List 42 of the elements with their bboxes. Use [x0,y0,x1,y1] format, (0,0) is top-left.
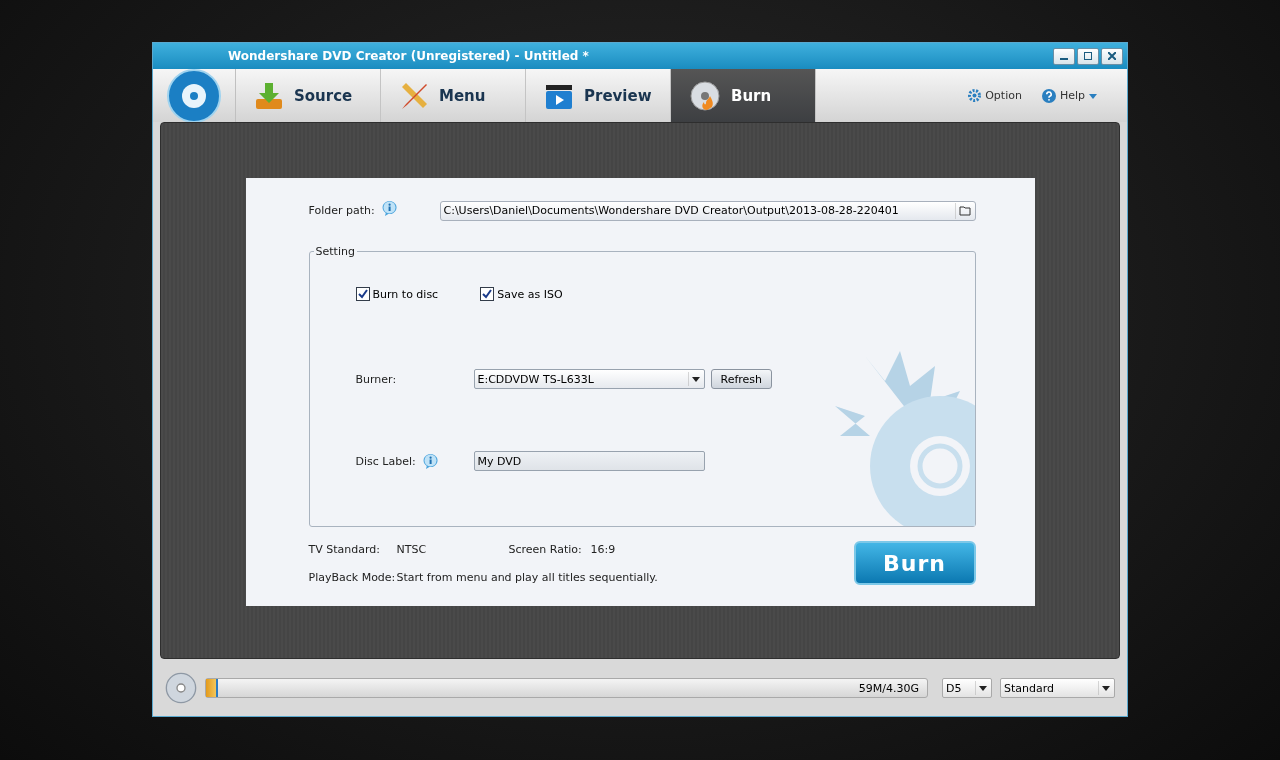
checkbox[interactable] [355,287,370,301]
window-title: Wondershare DVD Creator (Unregistered) - Untitled * [228,49,590,63]
info-icon [421,452,439,470]
field-label: Disc Label: [355,454,416,468]
burning-disc-icon [689,79,721,112]
close-icon [1108,52,1116,60]
info-value: Start from menu and play all titles sequentially. [396,571,658,584]
group-title: Setting [313,245,357,258]
check-icon [482,289,493,299]
info-label: PlayBack Mode: [308,571,397,584]
help-icon [1041,88,1056,103]
info-value: 16:9 [590,543,617,556]
option-link[interactable]: Option [958,89,1032,102]
disc-type-select[interactable]: D5 [942,678,992,698]
download-tray-icon [254,80,284,111]
disc-label-field[interactable]: My DVD [473,451,705,471]
checkbox-option[interactable]: Burn to disc [355,287,439,301]
caret-icon [1089,92,1097,99]
folder-path-field[interactable]: C:\Users\Daniel\Documents\Wondershare DVD Creator\Output\2013-08-28-220401 [439,200,976,221]
info-label: TV Standard: [308,543,381,556]
app-logo-icon [167,68,221,123]
info-label: Screen Ratio: [508,543,583,556]
refresh-button[interactable]: Refresh [710,369,773,389]
field-label: Burner: [355,372,398,386]
close-button[interactable] [1101,47,1123,65]
capacity-reading: 59M/4.30G [858,681,919,695]
quality-select[interactable]: Standard [1000,678,1115,698]
disc-icon [165,672,197,704]
burner-select[interactable]: E:CDDVDW TS-L633L [473,369,705,389]
maximize-icon [1084,52,1092,60]
pencil-ruler-icon [399,80,429,111]
help-link[interactable]: Help [1031,88,1107,103]
checkbox[interactable] [480,287,495,301]
info-icon [380,200,398,217]
field-label: Folder path: [308,204,375,217]
info-value: NTSC [396,543,428,556]
maximize-button[interactable] [1077,47,1099,65]
checkbox-option[interactable]: Save as ISO [480,287,563,301]
check-icon [357,289,368,299]
nav-tab[interactable]: Burn [671,69,816,122]
gear-icon [968,89,982,102]
minimize-button[interactable] [1053,47,1075,65]
